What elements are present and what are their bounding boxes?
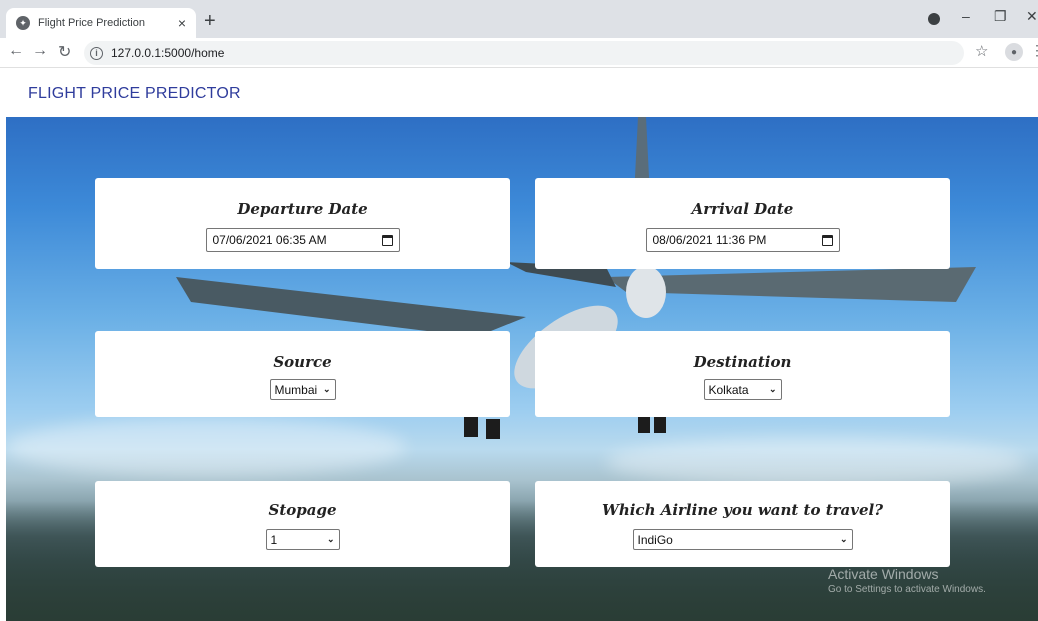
- activation-watermark: Activate Windows Go to Settings to activ…: [828, 566, 986, 595]
- extension-icon[interactable]: [928, 13, 940, 25]
- chevron-down-icon: ⌄: [326, 534, 335, 544]
- watermark-line1: Activate Windows: [828, 566, 939, 582]
- chevron-down-icon: ⌄: [839, 534, 848, 544]
- maximize-icon[interactable]: ❐: [994, 8, 1007, 25]
- stopage-label: Stopage: [268, 501, 337, 519]
- calendar-icon[interactable]: [381, 234, 393, 246]
- source-select[interactable]: Mumbai ⌄: [269, 379, 336, 400]
- calendar-icon[interactable]: [821, 234, 833, 246]
- departure-card: Departure Date 07/06/2021 06:35 AM: [95, 178, 510, 269]
- stopage-select[interactable]: 1 ⌄: [265, 529, 340, 550]
- airline-select[interactable]: IndiGo ⌄: [632, 529, 853, 550]
- menu-icon[interactable]: ⋮: [1030, 42, 1038, 59]
- url-text[interactable]: 127.0.0.1:5000/home: [111, 46, 224, 60]
- arrival-datetime-input[interactable]: 08/06/2021 11:36 PM: [645, 228, 840, 252]
- arrival-value: 08/06/2021 11:36 PM: [652, 233, 767, 247]
- watermark-line2: Go to Settings to activate Windows.: [828, 584, 986, 595]
- info-icon[interactable]: i: [90, 46, 103, 60]
- airline-value: IndiGo: [637, 532, 673, 547]
- brand-title[interactable]: FLIGHT PRICE PREDICTOR: [28, 85, 241, 103]
- new-tab-button[interactable]: +: [204, 10, 216, 33]
- close-tab-icon[interactable]: ×: [178, 15, 186, 31]
- browser-tab[interactable]: ✦ Flight Price Prediction ×: [6, 8, 196, 38]
- arrival-card: Arrival Date 08/06/2021 11:36 PM: [535, 178, 950, 269]
- browser-tab-strip: ✦ Flight Price Prediction × + – ❐ ✕: [0, 0, 1038, 38]
- minimize-icon[interactable]: –: [962, 8, 970, 24]
- site-navbar: FLIGHT PRICE PREDICTOR: [0, 69, 1038, 117]
- destination-card: Destination Kolkata ⌄: [535, 331, 950, 417]
- reload-icon[interactable]: ↻: [58, 42, 71, 62]
- source-label: Source: [273, 353, 332, 371]
- arrival-label: Arrival Date: [691, 200, 794, 218]
- destination-value: Kolkata: [708, 382, 749, 397]
- stopage-value: 1: [270, 532, 278, 547]
- avatar-icon[interactable]: ●: [1005, 43, 1023, 61]
- star-icon[interactable]: ☆: [975, 42, 988, 60]
- stopage-card: Stopage 1 ⌄: [95, 481, 510, 567]
- back-icon[interactable]: ←: [8, 42, 24, 60]
- destination-select[interactable]: Kolkata ⌄: [703, 379, 782, 400]
- destination-label: Destination: [693, 353, 792, 371]
- departure-label: Departure Date: [237, 200, 368, 218]
- airline-card: Which Airline you want to travel? IndiGo…: [535, 481, 950, 567]
- globe-icon: ✦: [16, 16, 30, 30]
- source-card: Source Mumbai ⌄: [95, 331, 510, 417]
- departure-value: 07/06/2021 06:35 AM: [212, 233, 327, 247]
- source-value: Mumbai: [274, 382, 318, 397]
- tab-title: Flight Price Prediction: [38, 17, 145, 29]
- departure-datetime-input[interactable]: 07/06/2021 06:35 AM: [205, 228, 400, 252]
- close-window-icon[interactable]: ✕: [1026, 8, 1038, 25]
- airline-label: Which Airline you want to travel?: [601, 501, 883, 519]
- chevron-down-icon: ⌄: [322, 384, 331, 394]
- browser-toolbar: ← → ↻ i 127.0.0.1:5000/home: [0, 38, 1038, 68]
- forward-icon[interactable]: →: [32, 42, 48, 60]
- chevron-down-icon: ⌄: [768, 384, 777, 394]
- address-bar[interactable]: i 127.0.0.1:5000/home: [84, 41, 964, 65]
